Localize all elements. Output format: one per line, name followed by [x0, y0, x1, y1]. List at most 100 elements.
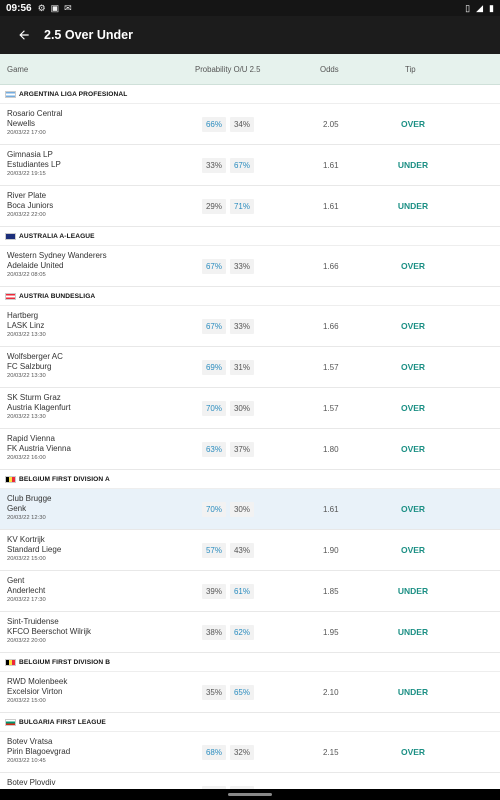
austria-flag-icon [5, 292, 16, 300]
match-teams: SK Sturm Graz Austria Klagenfurt 20/03/22 … [7, 393, 71, 422]
match-date: 20/03/22 15:00 [7, 698, 46, 704]
match-row[interactable]: Gimnasia LP Estudiantes LP 20/03/22 19:15 3… [0, 145, 500, 186]
over-probability: 35% [202, 685, 226, 700]
league-name: ARGENTINA LIGA PROFESIONAL [19, 90, 128, 98]
match-row[interactable]: River Plate Boca Juniors 20/03/22 22:00 29%… [0, 186, 500, 227]
match-odds: 1.61 [323, 202, 339, 211]
match-teams: Sint-Truidense KFCO Beerschot Wilrijk 20/0… [7, 617, 91, 646]
match-teams: Botev Vratsa Pirin Blagoevgrad 20/03/22 10… [7, 737, 70, 766]
match-row[interactable]: Gent Anderlecht 20/03/22 17:30 39% 61% 1.85 UN… [0, 571, 500, 612]
belgium-flag-icon [5, 658, 16, 666]
match-teams: Rosario Central Newells 20/03/22 17:00 [7, 109, 63, 138]
home-team: SK Sturm Graz [7, 393, 61, 402]
arrow-left-icon [19, 30, 29, 40]
league-header: AUSTRIA BUNDESLIGA [0, 287, 500, 306]
match-tip: OVER [400, 261, 426, 271]
header-odds: Odds [320, 64, 339, 74]
match-date: 20/03/22 10:45 [7, 758, 46, 764]
match-odds: 1.95 [323, 628, 339, 637]
probability-boxes: 70% 30% [202, 502, 254, 517]
home-team: Hartberg [7, 311, 39, 320]
under-probability: 31% [230, 360, 254, 375]
match-teams: Western Sydney Wanderers Adelaide United 2… [7, 251, 107, 280]
match-odds: 1.85 [323, 587, 339, 596]
match-odds: 1.80 [323, 445, 339, 454]
match-row[interactable]: RWD Molenbeek Excelsior Virton 20/03/22 15… [0, 672, 500, 713]
match-row[interactable]: Botev PlovdivCSKA Sofia66%34%2.10OVER [0, 773, 500, 789]
probability-boxes: 67% 33% [202, 259, 254, 274]
match-tip: UNDER [397, 687, 429, 697]
match-row[interactable]: Rosario Central Newells 20/03/22 17:00 66% 3… [0, 104, 500, 145]
match-teams: Gimnasia LP Estudiantes LP 20/03/22 19:15 [7, 150, 61, 179]
probability-boxes: 38% 62% [202, 625, 254, 640]
away-team: KFCO Beerschot Wilrijk [7, 627, 92, 636]
away-team: Boca Juniors [7, 201, 54, 210]
no-signal-icon: ◢ [476, 2, 484, 13]
match-row[interactable]: SK Sturm Graz Austria Klagenfurt 20/03/22 … [0, 388, 500, 429]
probability-boxes: 69% 31% [202, 360, 254, 375]
gear-icon: ⚙ [37, 2, 46, 13]
match-row[interactable]: KV Kortrijk Standard Liege 20/03/22 15:00 5… [0, 530, 500, 571]
over-probability: 70% [202, 401, 226, 416]
home-team: River Plate [7, 191, 47, 200]
over-probability: 39% [202, 584, 226, 599]
match-row[interactable]: Western Sydney Wanderers Adelaide United 2… [0, 246, 500, 287]
under-probability: 30% [230, 502, 254, 517]
under-probability: 61% [230, 584, 254, 599]
header-tip: Tip [405, 64, 416, 74]
match-tip: UNDER [397, 627, 429, 637]
league-header: BULGARIA FIRST LEAGUE [0, 713, 500, 732]
match-row[interactable]: Wolfsberger AC FC Salzburg 20/03/22 13:30 6… [0, 347, 500, 388]
match-tip: OVER [400, 321, 426, 331]
match-tip: OVER [400, 362, 426, 372]
battery-icon: ▮ [489, 2, 494, 13]
match-tip: UNDER [397, 586, 429, 596]
under-probability: 62% [230, 625, 254, 640]
home-team: Botev Plovdiv [7, 778, 56, 787]
over-probability: 66% [202, 117, 226, 132]
match-row[interactable]: Rapid Vienna FK Austria Vienna 20/03/22 16… [0, 429, 500, 470]
home-team: Rosario Central [7, 109, 63, 118]
away-team: Newells [7, 119, 36, 128]
probability-boxes: 29% 71% [202, 199, 254, 214]
match-odds: 1.66 [323, 262, 339, 271]
league-name: BULGARIA FIRST LEAGUE [19, 718, 106, 726]
match-date: 20/03/22 13:30 [7, 373, 46, 379]
match-row[interactable]: Botev Vratsa Pirin Blagoevgrad 20/03/22 10… [0, 732, 500, 773]
over-probability: 67% [202, 319, 226, 334]
match-row[interactable]: Sint-Truidense KFCO Beerschot Wilrijk 20/0… [0, 612, 500, 653]
match-row[interactable]: Hartberg LASK Linz 20/03/22 13:30 67% 33% 1.6… [0, 306, 500, 347]
bulgaria-flag-icon [5, 718, 16, 726]
header-probability: Probability O/U 2.5 [195, 64, 261, 74]
home-team: Botev Vratsa [7, 737, 53, 746]
match-teams: KV Kortrijk Standard Liege 20/03/22 15:00 [7, 535, 61, 564]
away-team: Estudiantes LP [7, 160, 61, 169]
probability-boxes: 33% 67% [202, 158, 254, 173]
league-header: BELGIUM FIRST DIVISION A [0, 470, 500, 489]
away-team: Austria Klagenfurt [7, 403, 71, 412]
match-teams: Gent Anderlecht 20/03/22 17:30 [7, 576, 46, 605]
back-button[interactable] [6, 16, 42, 54]
over-probability: 68% [202, 745, 226, 760]
under-probability: 71% [230, 199, 254, 214]
match-list[interactable]: Game Probability O/U 2.5 Odds Tip ARGENT… [0, 54, 500, 789]
match-odds: 2.10 [323, 688, 339, 697]
home-handle[interactable] [228, 793, 272, 796]
over-probability: 63% [202, 442, 226, 457]
match-row[interactable]: Club Brugge Genk 20/03/22 12:30 70% 30% 1.61 O… [0, 489, 500, 530]
match-date: 20/03/22 13:30 [7, 414, 46, 420]
under-probability: 43% [230, 543, 254, 558]
home-team: Sint-Truidense [7, 617, 59, 626]
league-name: BELGIUM FIRST DIVISION A [19, 475, 110, 483]
under-probability: 34% [230, 117, 254, 132]
away-team: Adelaide United [7, 261, 64, 270]
league-header: AUSTRALIA A-LEAGUE [0, 227, 500, 246]
home-team: Club Brugge [7, 494, 52, 503]
under-probability: 37% [230, 442, 254, 457]
match-date: 20/03/22 13:30 [7, 332, 46, 338]
match-odds: 1.61 [323, 505, 339, 514]
app-bar: 2.5 Over Under [0, 16, 500, 54]
match-teams: Hartberg LASK Linz 20/03/22 13:30 [7, 311, 46, 340]
away-team: LASK Linz [7, 321, 45, 330]
league-name: BELGIUM FIRST DIVISION B [19, 658, 111, 666]
